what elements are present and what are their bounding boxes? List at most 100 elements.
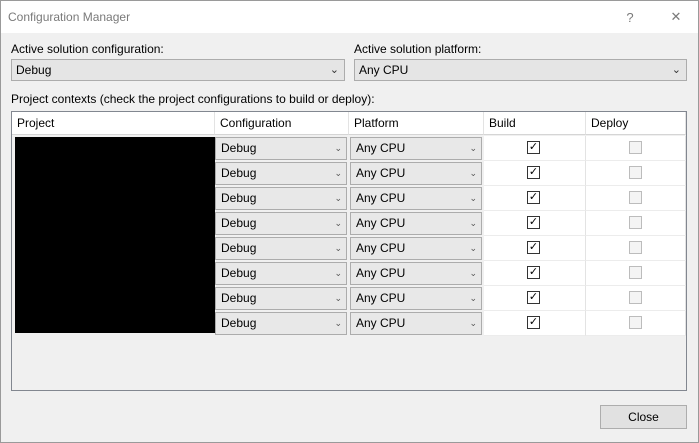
deploy-checkbox: [629, 166, 642, 179]
platform-dropdown[interactable]: Any CPU ⌄: [350, 287, 482, 310]
build-cell: ✓: [484, 236, 586, 261]
platform-dropdown[interactable]: Any CPU ⌄: [350, 137, 482, 160]
chevron-down-icon: ⌄: [329, 64, 339, 76]
build-cell: ✓: [484, 211, 586, 236]
active-configuration-label: Active solution configuration:: [11, 42, 164, 56]
table-row: Debug ⌄ Any CPU ⌄ ✓: [12, 311, 686, 336]
configuration-value: Debug: [221, 216, 257, 230]
active-platform-dropdown[interactable]: Any CPU ⌄: [354, 59, 687, 81]
table-row: Debug ⌄ Any CPU ⌄ ✓: [12, 211, 686, 236]
build-cell: ✓: [484, 311, 586, 336]
table-row: Debug ⌄ Any CPU ⌄ ✓: [12, 136, 686, 161]
platform-value: Any CPU: [356, 291, 406, 305]
configuration-value: Debug: [221, 241, 257, 255]
window-title: Configuration Manager: [8, 10, 131, 24]
project-contexts-grid: Project Configuration Platform Build Dep…: [11, 111, 687, 391]
column-header-platform[interactable]: Platform: [349, 112, 484, 135]
chevron-down-icon: ⌄: [334, 143, 342, 153]
chevron-down-icon: ⌄: [469, 243, 477, 253]
configuration-value: Debug: [221, 266, 257, 280]
chevron-down-icon: ⌄: [334, 318, 342, 328]
configuration-dropdown[interactable]: Debug ⌄: [215, 287, 347, 310]
chevron-down-icon: ⌄: [469, 168, 477, 178]
chevron-down-icon: ⌄: [334, 218, 342, 228]
build-checkbox[interactable]: ✓: [527, 316, 540, 329]
build-checkbox[interactable]: ✓: [527, 166, 540, 179]
deploy-cell: [586, 136, 686, 161]
close-icon: ✕: [670, 9, 682, 24]
build-checkbox[interactable]: ✓: [527, 266, 540, 279]
build-checkbox[interactable]: ✓: [527, 216, 540, 229]
build-checkbox[interactable]: ✓: [527, 191, 540, 204]
column-header-build[interactable]: Build: [484, 112, 586, 135]
platform-value: Any CPU: [356, 191, 406, 205]
table-row: Debug ⌄ Any CPU ⌄ ✓: [12, 261, 686, 286]
build-checkbox[interactable]: ✓: [527, 141, 540, 154]
column-header-deploy[interactable]: Deploy: [586, 112, 686, 135]
configuration-dropdown[interactable]: Debug ⌄: [215, 137, 347, 160]
platform-value: Any CPU: [356, 141, 406, 155]
platform-value: Any CPU: [356, 241, 406, 255]
column-header-project[interactable]: Project: [12, 112, 215, 135]
configuration-dropdown[interactable]: Debug ⌄: [215, 312, 347, 335]
active-platform-label: Active solution platform:: [354, 42, 482, 56]
platform-dropdown[interactable]: Any CPU ⌄: [350, 162, 482, 185]
platform-dropdown[interactable]: Any CPU ⌄: [350, 262, 482, 285]
checkmark-icon: ✓: [528, 166, 539, 178]
platform-value: Any CPU: [356, 166, 406, 180]
deploy-cell: [586, 186, 686, 211]
active-configuration-value: Debug: [16, 63, 52, 77]
platform-dropdown[interactable]: Any CPU ⌄: [350, 187, 482, 210]
platform-dropdown[interactable]: Any CPU ⌄: [350, 312, 482, 335]
platform-value: Any CPU: [356, 266, 406, 280]
platform-value: Any CPU: [356, 216, 406, 230]
checkmark-icon: ✓: [528, 291, 539, 303]
checkmark-icon: ✓: [528, 191, 539, 203]
checkmark-icon: ✓: [528, 216, 539, 228]
configuration-value: Debug: [221, 291, 257, 305]
configuration-dropdown[interactable]: Debug ⌄: [215, 237, 347, 260]
deploy-checkbox: [629, 241, 642, 254]
table-row: Debug ⌄ Any CPU ⌄ ✓: [12, 236, 686, 261]
configuration-dropdown[interactable]: Debug ⌄: [215, 262, 347, 285]
platform-dropdown[interactable]: Any CPU ⌄: [350, 237, 482, 260]
checkmark-icon: ✓: [528, 266, 539, 278]
chevron-down-icon: ⌄: [334, 293, 342, 303]
window-close-button[interactable]: ✕: [654, 1, 698, 33]
chevron-down-icon: ⌄: [469, 218, 477, 228]
help-button[interactable]: ?: [608, 1, 652, 33]
chevron-down-icon: ⌄: [334, 268, 342, 278]
chevron-down-icon: ⌄: [334, 243, 342, 253]
column-header-configuration[interactable]: Configuration: [215, 112, 349, 135]
deploy-checkbox: [629, 316, 642, 329]
build-checkbox[interactable]: ✓: [527, 241, 540, 254]
deploy-checkbox: [629, 291, 642, 304]
build-cell: ✓: [484, 261, 586, 286]
table-row: Debug ⌄ Any CPU ⌄ ✓: [12, 186, 686, 211]
configuration-dropdown[interactable]: Debug ⌄: [215, 162, 347, 185]
checkmark-icon: ✓: [528, 316, 539, 328]
configuration-dropdown[interactable]: Debug ⌄: [215, 187, 347, 210]
checkmark-icon: ✓: [528, 241, 539, 253]
close-button[interactable]: Close: [600, 405, 687, 429]
platform-dropdown[interactable]: Any CPU ⌄: [350, 212, 482, 235]
build-cell: ✓: [484, 186, 586, 211]
table-row: Debug ⌄ Any CPU ⌄ ✓: [12, 286, 686, 311]
chevron-down-icon: ⌄: [671, 64, 681, 76]
configuration-value: Debug: [221, 316, 257, 330]
chevron-down-icon: ⌄: [469, 318, 477, 328]
deploy-cell: [586, 236, 686, 261]
deploy-cell: [586, 286, 686, 311]
deploy-cell: [586, 261, 686, 286]
build-cell: ✓: [484, 136, 586, 161]
configuration-dropdown[interactable]: Debug ⌄: [215, 212, 347, 235]
title-bar: Configuration Manager ? ✕: [1, 1, 698, 33]
deploy-checkbox: [629, 266, 642, 279]
deploy-cell: [586, 311, 686, 336]
configuration-value: Debug: [221, 166, 257, 180]
chevron-down-icon: ⌄: [334, 168, 342, 178]
build-checkbox[interactable]: ✓: [527, 291, 540, 304]
configuration-value: Debug: [221, 141, 257, 155]
active-configuration-dropdown[interactable]: Debug ⌄: [11, 59, 345, 81]
deploy-cell: [586, 161, 686, 186]
